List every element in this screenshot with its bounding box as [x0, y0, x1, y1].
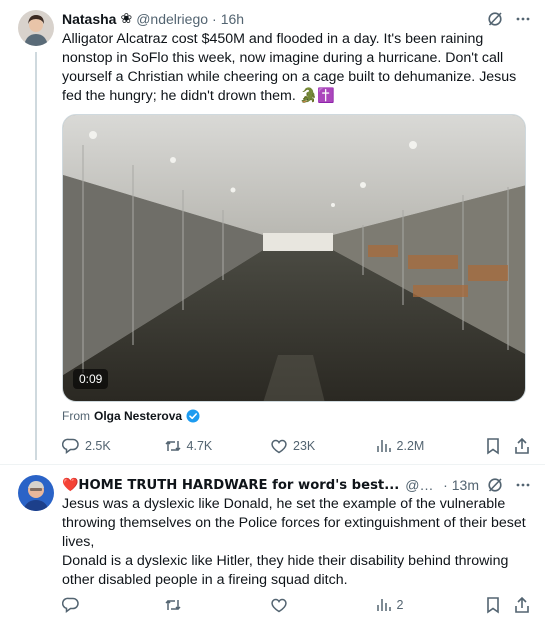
analytics-icon: [376, 440, 391, 452]
bookmark-icon[interactable]: [485, 437, 501, 455]
thread-line: [35, 52, 37, 460]
repost-icon: [164, 440, 181, 452]
display-name[interactable]: ❤️HOME TRUTH HARDWARE for word's best...: [62, 478, 399, 493]
tweet-reply[interactable]: ❤️HOME TRUTH HARDWARE for word's best...…: [0, 465, 545, 622]
views-button[interactable]: 2.2M: [376, 438, 485, 454]
tweet-text: Alligator Alcatraz cost $450M and floode…: [62, 31, 517, 104]
display-name[interactable]: Natasha: [62, 11, 116, 27]
video-source: From Olga Nesterova: [62, 409, 200, 423]
name-flower-symbol: ❀: [120, 11, 133, 27]
more-icon[interactable]: [515, 11, 531, 27]
tweet-actions: 2.5K 4.7K 23K 2.2M: [62, 436, 531, 456]
views-button[interactable]: 2: [376, 597, 485, 613]
handle[interactable]: @FiveStar...: [405, 477, 439, 493]
more-icon[interactable]: [515, 477, 531, 493]
grok-icon[interactable]: [487, 477, 503, 493]
tweet-natasha[interactable]: Natasha ❀ @ndelriego · 16h Alligator Alc…: [0, 0, 545, 460]
reply-count: 2.5K: [85, 439, 111, 453]
video-duration: 0:09: [73, 369, 109, 389]
reply-button[interactable]: [62, 596, 164, 614]
heart-icon: [271, 598, 287, 613]
avatar[interactable]: [18, 475, 54, 511]
timestamp[interactable]: 16h: [221, 11, 244, 27]
share-icon[interactable]: [513, 437, 531, 455]
tweet-header: ❤️HOME TRUTH HARDWARE for word's best...…: [62, 475, 531, 495]
repost-icon: [164, 599, 181, 611]
source-name[interactable]: Olga Nesterova: [94, 409, 182, 423]
tweet-text: Jesus was a dyslexic like Donald, he set…: [62, 495, 527, 590]
reply-icon: [62, 597, 79, 613]
video-thumbnail: [63, 115, 525, 401]
tweet-actions: 2: [62, 595, 531, 615]
tweet-text-paragraph-1: Jesus was a dyslexic like Donald, he set…: [62, 496, 526, 550]
like-button[interactable]: [270, 596, 376, 614]
tweet-text-paragraph-2: Donald is a dyslexic like Hitler, they h…: [62, 553, 509, 588]
views-count: 2.2M: [396, 439, 425, 453]
repost-button[interactable]: [164, 596, 271, 614]
separator: ·: [212, 11, 217, 27]
grok-icon[interactable]: [487, 11, 503, 27]
analytics-icon: [376, 599, 391, 611]
like-button[interactable]: 23K: [270, 437, 376, 455]
tweet-header: Natasha ❀ @ndelriego · 16h: [62, 9, 531, 29]
avatar[interactable]: [18, 10, 54, 46]
verified-badge-icon: [186, 409, 200, 423]
like-count: 23K: [293, 439, 316, 453]
from-label: From: [62, 409, 90, 423]
bookmark-icon[interactable]: [485, 596, 501, 614]
reply-button[interactable]: 2.5K: [62, 437, 164, 455]
heart-icon: [271, 439, 287, 454]
share-icon[interactable]: [513, 596, 531, 614]
repost-button[interactable]: 4.7K: [164, 437, 271, 455]
reply-icon: [62, 438, 79, 454]
separator: ·: [443, 477, 448, 493]
handle[interactable]: @ndelriego: [136, 11, 208, 27]
repost-count: 4.7K: [186, 439, 213, 453]
video-player[interactable]: 0:09: [62, 114, 526, 402]
views-count: 2: [396, 598, 404, 612]
timestamp[interactable]: 13m: [452, 477, 479, 493]
